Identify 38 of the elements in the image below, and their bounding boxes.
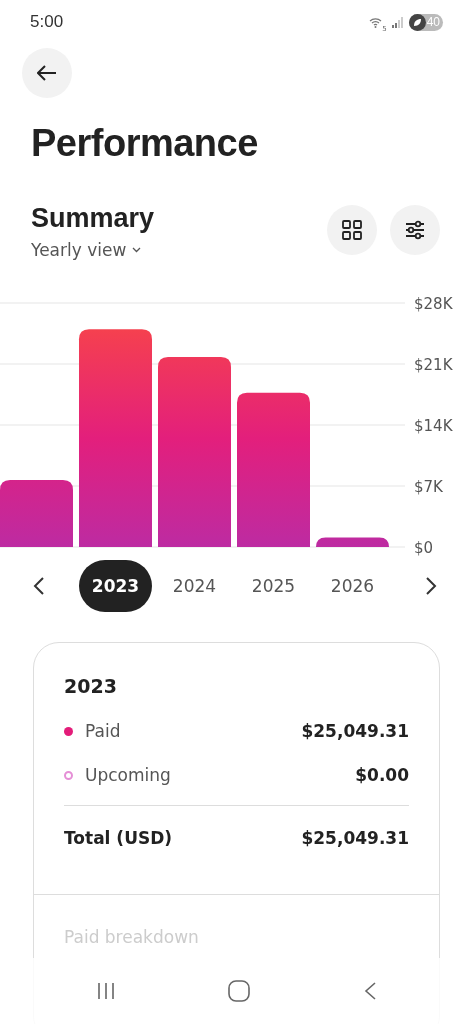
status-time: 5:00 <box>30 12 64 32</box>
recents-icon[interactable] <box>96 982 117 1000</box>
total-amount: $25,049.31 <box>301 828 409 848</box>
back-arrow-icon <box>37 65 57 81</box>
next-button[interactable] <box>425 576 437 596</box>
chevron-right-icon <box>425 576 437 596</box>
wifi-icon <box>369 16 383 28</box>
leaf-icon <box>412 17 422 27</box>
axis-label: $7K <box>414 478 443 496</box>
year-tab[interactable]: 2026 <box>316 560 389 612</box>
axis-label: $0 <box>414 539 434 556</box>
row-amount: $25,049.31 <box>301 721 409 741</box>
chevron-left-icon <box>33 576 45 596</box>
chevron-down-icon <box>132 247 142 253</box>
row-label: Upcoming <box>85 765 172 785</box>
axis-label: $28K <box>414 295 453 313</box>
axis-label: $21K <box>414 356 453 374</box>
year-tab[interactable]: 2025 <box>237 560 310 612</box>
row-amount: $0.00 <box>355 765 409 785</box>
battery-indicator: 40 <box>408 13 443 31</box>
page-title: Performance <box>31 122 259 165</box>
sliders-icon <box>405 220 425 240</box>
grid-view-button[interactable] <box>327 205 377 255</box>
year-tab[interactable]: 2024 <box>158 560 231 612</box>
back-icon[interactable] <box>362 981 377 1001</box>
view-dropdown[interactable]: Yearly view <box>31 240 142 260</box>
back-button[interactable] <box>22 48 72 98</box>
year-tab[interactable]: 2023 <box>79 560 152 612</box>
axis-label: $14K <box>414 417 453 435</box>
filter-button[interactable] <box>390 205 440 255</box>
total-label: Total (USD) <box>64 828 174 848</box>
signal-icon <box>391 16 404 28</box>
row-label: Paid <box>85 721 122 741</box>
card-year: 2023 <box>64 675 118 697</box>
grid-icon <box>342 220 362 240</box>
home-icon[interactable] <box>228 980 251 1002</box>
section-heading: Summary <box>31 203 156 234</box>
previous-button[interactable] <box>33 576 45 596</box>
